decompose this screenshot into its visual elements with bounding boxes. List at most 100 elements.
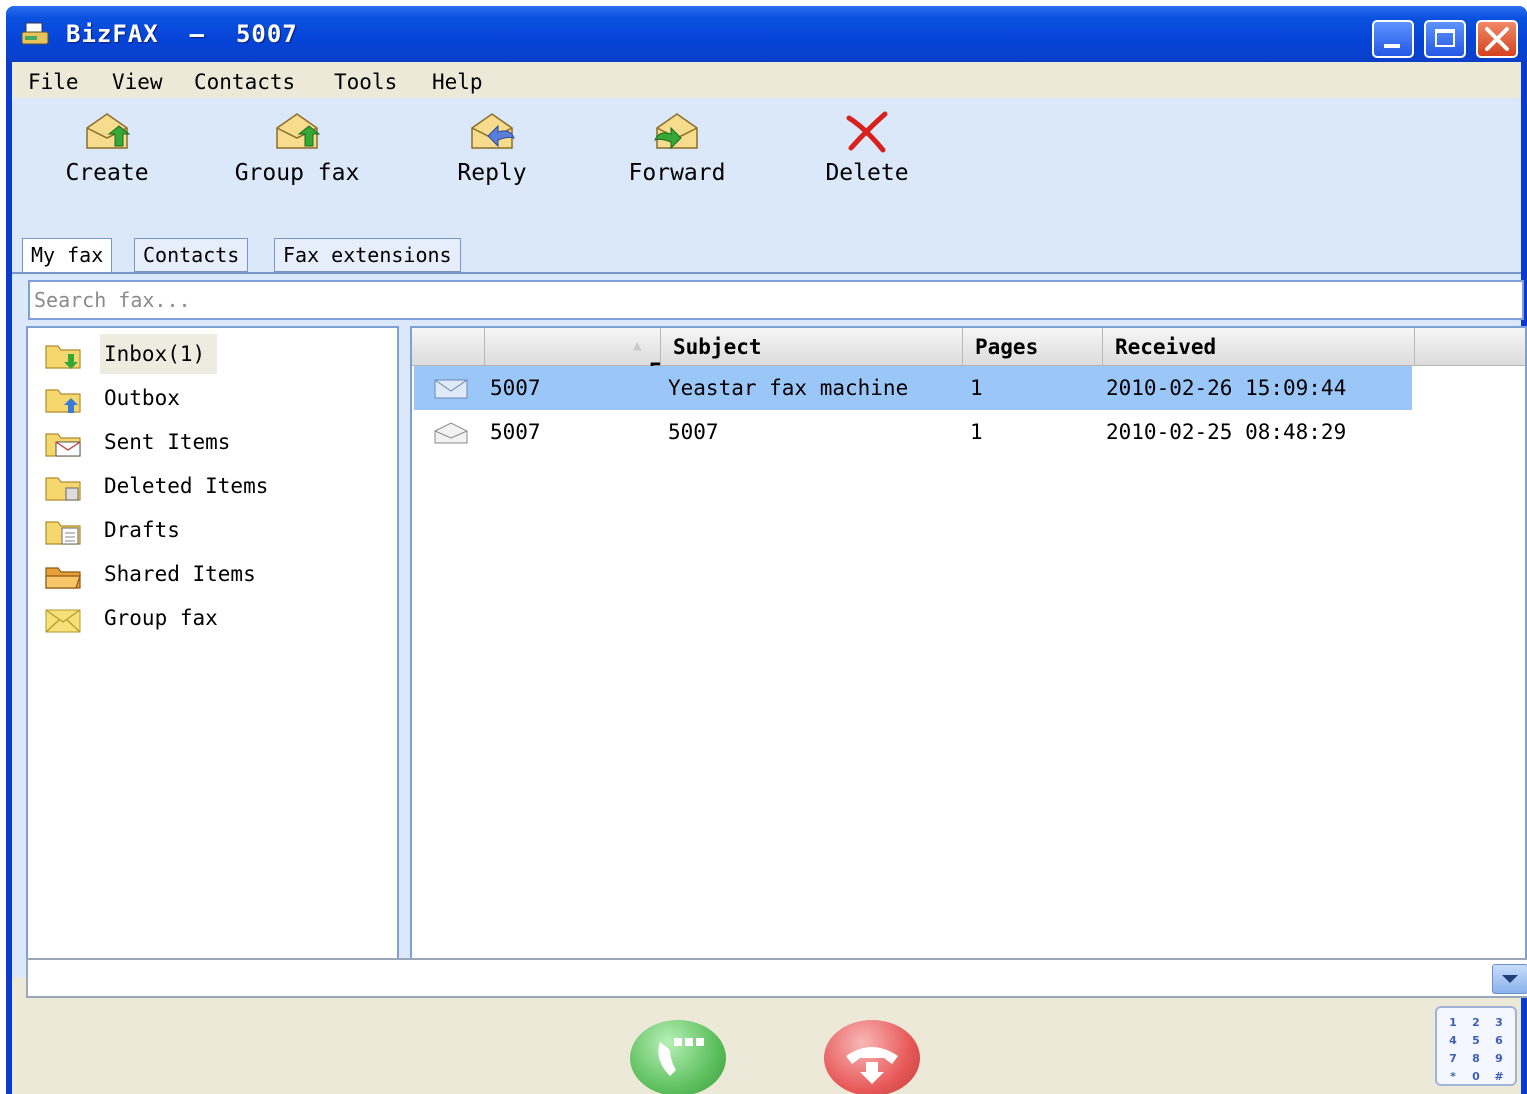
svg-text:0: 0 (1472, 1070, 1480, 1083)
window-title: BizFAX — 5007 (66, 20, 298, 48)
reply-button[interactable]: Reply (437, 104, 547, 194)
unread-fax-icon (434, 379, 468, 399)
inbox-icon (45, 345, 81, 369)
menu-view[interactable]: View (112, 70, 163, 94)
cell-pages: 1 (970, 420, 983, 444)
folder-sent-items[interactable]: Sent Items (28, 420, 397, 464)
folder-drafts[interactable]: Drafts (28, 508, 397, 552)
menu-tools[interactable]: Tools (334, 70, 397, 94)
chevron-down-icon (1502, 975, 1518, 983)
folder-label: Inbox(1) (100, 334, 218, 374)
hang-up-button[interactable] (824, 1020, 920, 1094)
read-fax-icon (434, 422, 468, 444)
svg-text:4: 4 (1449, 1034, 1457, 1047)
svg-text:*: * (1450, 1070, 1456, 1083)
folder-label: Shared Items (104, 562, 256, 586)
maximize-button[interactable] (1424, 20, 1466, 58)
call-control-bar: 1 2 3 4 5 6 7 8 9 * 0 # (12, 998, 1521, 1094)
phone-hangup-icon (846, 1047, 898, 1084)
reply-label: Reply (457, 160, 527, 186)
cell-pages: 1 (970, 376, 983, 400)
fax-list: From ▲ Subject Pages Received 5007 Yeast… (410, 326, 1527, 984)
cell-subject: Yeastar fax machine (668, 376, 909, 400)
svg-text:#: # (1494, 1070, 1503, 1083)
minimize-button[interactable] (1372, 20, 1414, 58)
svg-text:2: 2 (1472, 1016, 1480, 1029)
sent-items-icon (45, 433, 81, 457)
svg-text:1: 1 (1449, 1016, 1457, 1029)
app-window: BizFAX — 5007 File View Contacts Tools H… (6, 6, 1527, 1094)
tab-my-fax[interactable]: My fax (22, 238, 113, 274)
group-fax-icon (45, 609, 81, 633)
menu-bar: File View Contacts Tools Help (12, 62, 1521, 98)
menu-file[interactable]: File (28, 70, 79, 94)
tab-contacts[interactable]: Contacts (134, 238, 249, 272)
folder-label: Drafts (104, 518, 180, 542)
group-fax-icon (276, 113, 321, 149)
title-bar[interactable]: BizFAX — 5007 (6, 6, 1527, 62)
outbox-icon (45, 389, 81, 413)
deleted-items-icon (45, 477, 81, 501)
sort-ascending-icon: ▲ (633, 338, 642, 354)
tab-divider (12, 272, 1521, 274)
forward-label: Forward (628, 160, 726, 186)
drafts-icon (45, 521, 81, 545)
search-input[interactable] (28, 280, 1524, 320)
folder-deleted-items[interactable]: Deleted Items (28, 464, 397, 508)
create-fax-icon (86, 113, 131, 149)
delete-label: Delete (825, 160, 909, 186)
create-button[interactable]: Create (52, 104, 162, 194)
folder-pane: Inbox(1) Outbox Sent Items Deleted Items… (26, 326, 399, 984)
table-row[interactable]: 5007 5007 1 2010-02-25 08:48:29 (414, 410, 1412, 454)
svg-text:5: 5 (1472, 1034, 1480, 1047)
phone-answer-icon (658, 1038, 704, 1076)
tab-fax-extensions[interactable]: Fax extensions (274, 238, 461, 272)
folder-inbox[interactable]: Inbox(1) (28, 332, 397, 376)
fax-app-icon (21, 22, 49, 45)
folder-label: Deleted Items (104, 474, 269, 498)
svg-text:8: 8 (1472, 1052, 1480, 1065)
delete-button[interactable]: Delete (812, 104, 922, 194)
answer-call-button[interactable] (630, 1020, 726, 1094)
cell-from: 5007 (490, 376, 541, 400)
svg-text:9: 9 (1495, 1052, 1503, 1065)
folder-label: Sent Items (104, 430, 231, 454)
shared-items-icon (45, 567, 81, 589)
folder-label: Outbox (104, 386, 180, 410)
group-fax-label: Group fax (234, 160, 360, 186)
dialpad-button[interactable]: 1 2 3 4 5 6 7 8 9 * 0 # (1435, 1006, 1517, 1086)
column-spacer (1414, 328, 1527, 366)
menu-contacts[interactable]: Contacts (194, 70, 295, 94)
forward-icon (654, 113, 698, 150)
folder-outbox[interactable]: Outbox (28, 376, 397, 420)
group-fax-button[interactable]: Group fax (217, 104, 377, 194)
list-header: From ▲ Subject Pages Received (412, 328, 1527, 383)
close-button[interactable] (1476, 20, 1518, 58)
menu-help[interactable]: Help (432, 70, 483, 94)
reply-icon (471, 113, 515, 149)
toolbar-area: Create Group fax Reply Forward Delete My… (12, 98, 1527, 984)
column-from[interactable]: From ▲ (484, 328, 699, 383)
folder-shared-items[interactable]: Shared Items (28, 552, 397, 596)
client-area: File View Contacts Tools Help Create Gro… (12, 62, 1527, 1094)
folder-group-fax[interactable]: Group fax (28, 596, 397, 640)
svg-text:3: 3 (1495, 1016, 1503, 1029)
combo-dropdown-button[interactable] (1492, 964, 1527, 994)
folder-label: Group fax (104, 606, 218, 630)
delete-icon (846, 111, 888, 153)
cell-from: 5007 (490, 420, 541, 444)
cell-received: 2010-02-25 08:48:29 (1106, 420, 1347, 444)
dialpad-icon: 1 2 3 4 5 6 7 8 9 * 0 # (1449, 1016, 1503, 1083)
column-subject[interactable]: Subject (660, 328, 962, 366)
column-pages[interactable]: Pages (962, 328, 1102, 366)
forward-button[interactable]: Forward (612, 104, 742, 194)
number-combo-box[interactable] (26, 958, 1527, 998)
svg-text:7: 7 (1449, 1052, 1457, 1065)
svg-text:6: 6 (1495, 1034, 1503, 1047)
cell-subject: 5007 (668, 420, 719, 444)
close-icon (1485, 27, 1509, 51)
column-received[interactable]: Received (1102, 328, 1414, 366)
cell-received: 2010-02-26 15:09:44 (1106, 376, 1347, 400)
table-row[interactable]: 5007 Yeastar fax machine 1 2010-02-26 15… (414, 366, 1412, 410)
create-label: Create (65, 160, 149, 186)
